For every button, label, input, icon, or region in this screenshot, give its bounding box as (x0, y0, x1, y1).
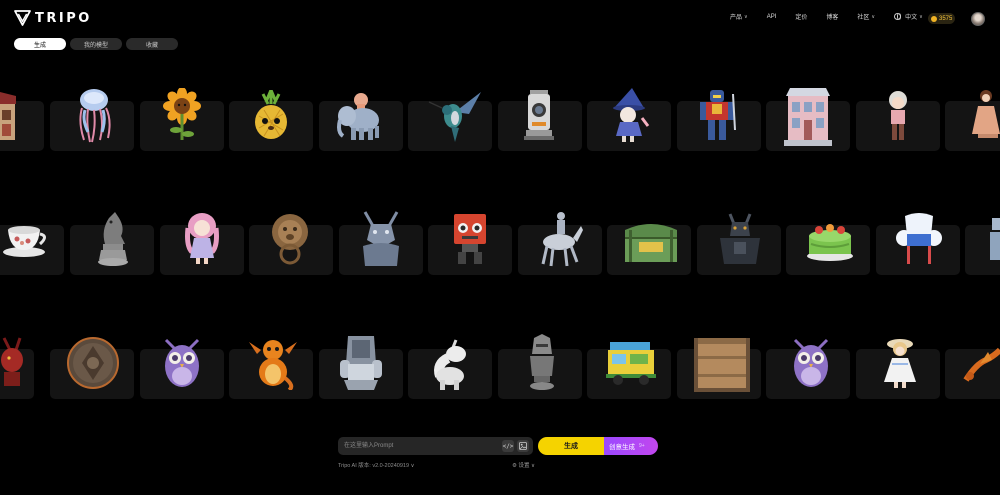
model-teacup[interactable] (2, 222, 50, 258)
model-unicorn[interactable] (430, 336, 472, 390)
chevron-down-icon: ∨ (919, 13, 923, 20)
create-generate-button[interactable]: 创意生成 9+ (604, 437, 658, 455)
credits-badge[interactable]: 3575 (928, 13, 955, 24)
globe-icon (894, 13, 902, 21)
model-witch-kitty[interactable] (608, 88, 650, 144)
code-icon[interactable]: </> (502, 440, 514, 452)
gallery-row-1 (0, 84, 1000, 194)
nav-pricing-label: 定价 (795, 15, 808, 21)
version-selector[interactable]: Tripo AI 版本: v2.0-20240919 ∨ (338, 461, 415, 469)
model-knight-bust[interactable] (526, 334, 558, 390)
model-green-cake[interactable] (805, 216, 855, 262)
model-girl-dress[interactable] (880, 334, 920, 390)
model-coin[interactable] (66, 336, 120, 390)
coin-icon (931, 15, 937, 22)
tripo-logo[interactable]: TRIPO (14, 10, 92, 26)
image-upload-icon (519, 442, 527, 450)
tab-generate[interactable]: 生成 (14, 38, 66, 50)
model-woman-dress[interactable] (966, 88, 1000, 144)
model-dragon-bust[interactable] (359, 210, 403, 268)
nav-api-label: API (766, 13, 777, 20)
generate-button[interactable]: 生成 (538, 437, 604, 455)
nav-pricing[interactable]: 定价 (795, 12, 807, 21)
nav-product-label: 产品 (730, 15, 743, 21)
nav-community-label: 社区 (857, 15, 870, 21)
model-food-truck[interactable] (604, 340, 658, 386)
model-treasure-chest[interactable] (623, 216, 679, 264)
chevron-down-icon: ∨ (871, 13, 876, 20)
image-upload-button[interactable] (517, 440, 529, 452)
model-space-chair[interactable] (338, 334, 384, 392)
model-anime-boy[interactable] (882, 90, 914, 142)
gallery-row-3 (0, 322, 1000, 432)
model-pineapple-hedgehog[interactable] (250, 90, 292, 142)
nav-community[interactable]: 社区 ∨ (857, 12, 876, 22)
nav-api[interactable]: API (767, 14, 777, 20)
model-dragon-tail[interactable] (962, 342, 1000, 384)
language-label: 中文 (905, 15, 918, 21)
create-generate-label: 创意生成 (609, 444, 635, 451)
top-header: TRIPO 产品 ∨ API 定价 博客 社区 ∨ 中文 ∨ 3575 (0, 0, 1000, 36)
nav-blog[interactable]: 博客 (826, 12, 838, 21)
model-robot-scanner[interactable] (522, 88, 556, 144)
model-pink-house[interactable] (782, 86, 834, 148)
prompt-bar: </> (338, 437, 533, 455)
tripo-logo-icon (14, 10, 31, 26)
tab-my-models[interactable]: 我的模型 (70, 38, 122, 50)
tab-favorites[interactable]: 收藏 (126, 38, 178, 50)
settings-button[interactable]: ⚙ 设置 ∨ (512, 461, 535, 469)
model-jellyfish[interactable] (72, 88, 116, 144)
model-owl[interactable] (162, 336, 202, 390)
model-red-demon[interactable] (0, 336, 24, 390)
nav-product[interactable]: 产品 ∨ (730, 12, 748, 22)
create-generate-badge: 9+ (639, 443, 645, 449)
main-nav: 产品 ∨ API 定价 博客 社区 ∨ 中文 ∨ (730, 12, 923, 21)
user-avatar[interactable] (971, 12, 985, 26)
model-hummingbird[interactable] (425, 88, 483, 144)
model-teahouse[interactable] (0, 88, 18, 144)
model-ice-throne[interactable] (895, 212, 943, 266)
model-wooden-crate[interactable] (690, 334, 754, 396)
model-elephant[interactable] (335, 90, 385, 142)
model-owl-2[interactable] (791, 336, 831, 390)
model-lion-knocker[interactable] (270, 212, 310, 266)
model-armored-beast[interactable] (718, 212, 762, 266)
generate-button-group: 生成 创意生成 9+ (538, 437, 658, 455)
model-sunflower[interactable] (162, 88, 202, 144)
language-selector[interactable]: 中文 ∨ (894, 12, 923, 21)
chevron-down-icon: ∨ (744, 13, 748, 20)
model-warrior-robot[interactable] (697, 90, 737, 142)
model-pink-girl[interactable] (184, 212, 220, 266)
gallery-row-2 (0, 208, 1000, 318)
model-horse-rider[interactable] (535, 210, 585, 268)
prompt-input[interactable] (344, 440, 494, 452)
model-orange-dragon[interactable] (249, 334, 297, 390)
view-tabs: 生成 我的模型 收藏 (14, 38, 178, 50)
model-partial-figure[interactable] (988, 214, 1000, 264)
nav-blog-label: 博客 (826, 15, 839, 21)
credits-value: 3575 (939, 15, 953, 22)
model-chess-knight[interactable] (97, 210, 129, 268)
model-red-robot[interactable] (450, 212, 490, 266)
app-name: TRIPO (35, 10, 92, 26)
